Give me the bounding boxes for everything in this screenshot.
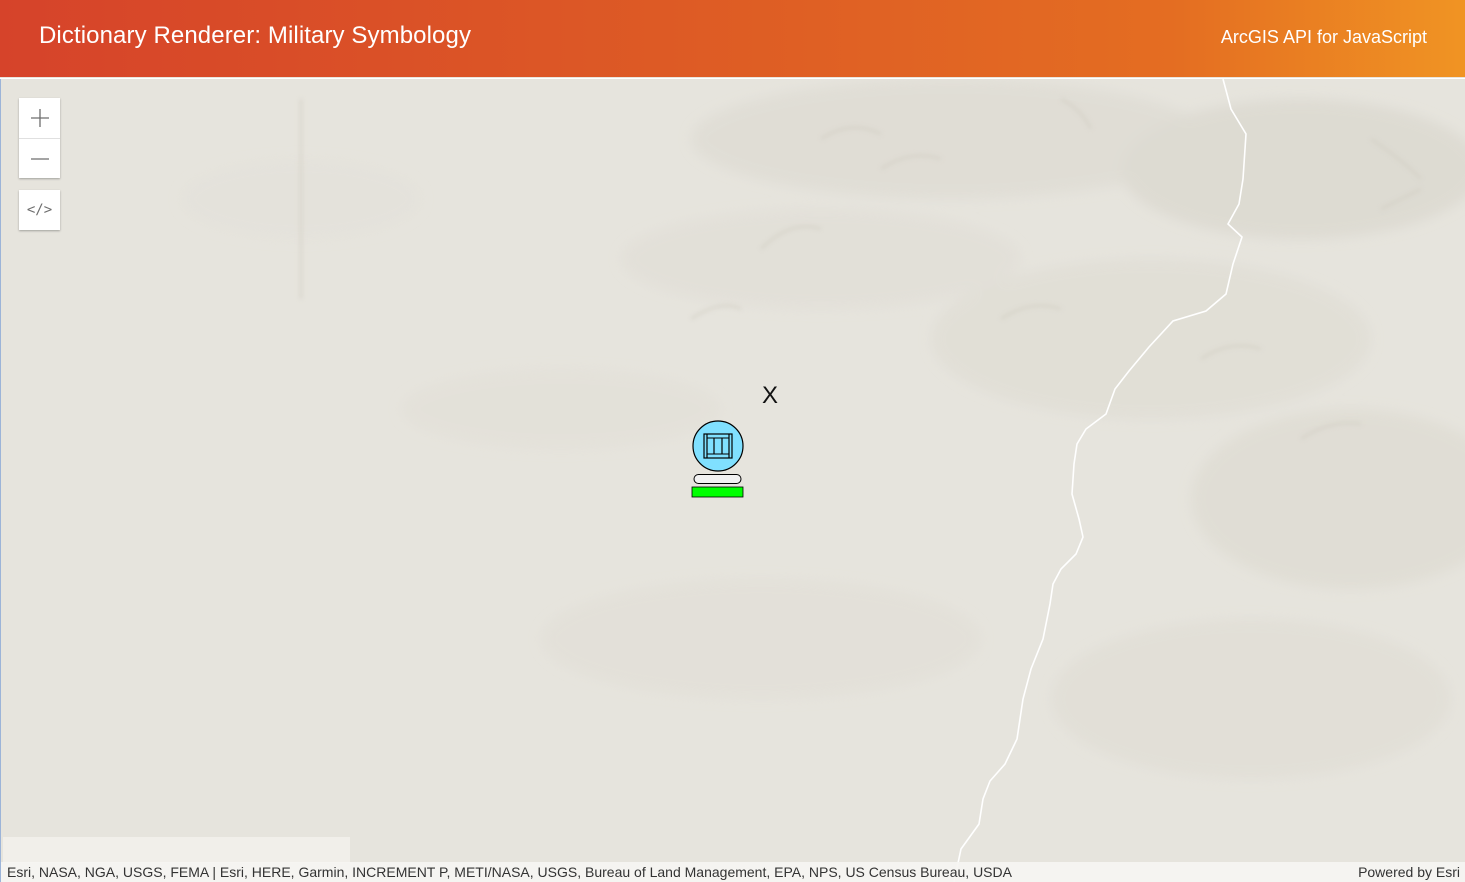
- map-view[interactable]: </> X Esri, NASA, NGA, USGS, FEMA | Esri…: [0, 79, 1465, 882]
- app-header: Dictionary Renderer: Military Symbology …: [0, 0, 1465, 78]
- zoom-out-button[interactable]: [19, 138, 60, 178]
- zoom-controls: [19, 98, 60, 178]
- symbol-label: X: [762, 382, 779, 409]
- scale-bar: [3, 837, 350, 863]
- attribution-bar: Esri, NASA, NGA, USGS, FEMA | Esri, HERE…: [1, 862, 1465, 882]
- view-code-button[interactable]: </>: [19, 190, 60, 230]
- code-icon: </>: [26, 202, 53, 218]
- powered-by-esri-link[interactable]: Powered by Esri: [1358, 862, 1460, 882]
- arcgis-api-link[interactable]: ArcGIS API for JavaScript: [1221, 27, 1427, 48]
- zoom-in-button[interactable]: [19, 98, 60, 138]
- minus-icon: [30, 157, 49, 160]
- military-unit-symbol[interactable]: [690, 420, 746, 502]
- page-title: Dictionary Renderer: Military Symbology: [39, 22, 472, 49]
- attribution-sources[interactable]: Esri, NASA, NGA, USGS, FEMA | Esri, HERE…: [7, 862, 1012, 882]
- plus-icon: [30, 109, 49, 127]
